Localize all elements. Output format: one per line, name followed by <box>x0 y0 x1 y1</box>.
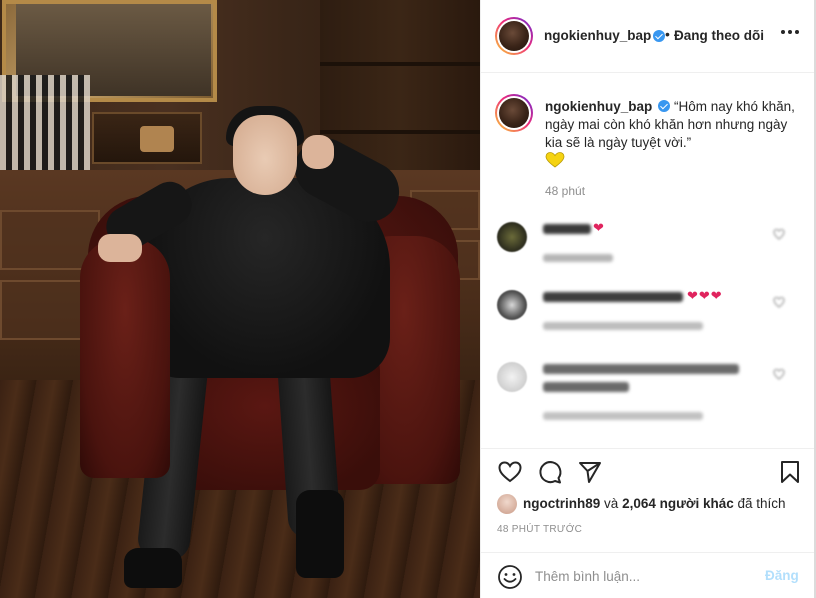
comment-item: ❤❤❤ <box>481 286 815 356</box>
photo-rack <box>0 75 90 185</box>
comment-item: ❤ <box>481 218 815 288</box>
comment-like-icon[interactable] <box>773 368 785 380</box>
other-likers-link[interactable]: 2,064 người khác <box>622 496 734 511</box>
post-header: ngokienhuy_bap • Đang theo dõi <box>481 0 815 73</box>
post-photo[interactable] <box>0 0 480 598</box>
comment-text-blurred <box>543 382 629 392</box>
likes-suffix: đã thích <box>737 496 786 511</box>
more-options-icon[interactable] <box>781 30 799 36</box>
commenter-username-blurred[interactable] <box>543 292 683 302</box>
following-button[interactable]: Đang theo dõi <box>674 28 764 43</box>
liker-avatar[interactable] <box>497 494 517 514</box>
comment-icon[interactable] <box>537 459 563 485</box>
header-separator: • <box>665 26 670 42</box>
comment-meta-blurred <box>543 412 703 420</box>
photo-person-left-hand <box>98 234 142 262</box>
commenter-avatar[interactable] <box>497 290 527 320</box>
post-timestamp[interactable]: 48 PHÚT TRƯỚC <box>497 524 582 535</box>
comment-meta-blurred <box>543 322 703 330</box>
post-comment-button[interactable]: Đăng <box>765 568 799 583</box>
first-liker-username[interactable]: ngoctrinh89 <box>523 496 600 511</box>
photo-armchair-left-arm <box>80 238 170 478</box>
likes-connector: và <box>604 496 619 511</box>
comment-hearts: ❤❤❤ <box>687 288 723 303</box>
comment-like-icon[interactable] <box>773 296 785 308</box>
photo-shelf-line <box>320 130 480 134</box>
yellow-heart-icon <box>545 152 565 168</box>
post-actions: ngoctrinh89 và 2,064 người khác đã thích… <box>481 448 815 568</box>
photo-person-left-shoe <box>124 548 182 588</box>
caption-text-block: ngokienhuy_bap “Hôm nay khó khăn, ngày m… <box>545 98 803 152</box>
post-caption: ngokienhuy_bap “Hôm nay khó khăn, ngày m… <box>481 74 815 204</box>
caption-author-username[interactable]: ngokienhuy_bap <box>545 99 652 114</box>
heart-icon[interactable] <box>497 459 523 485</box>
post-sidebar: ngokienhuy_bap • Đang theo dõi ngokienhu… <box>480 0 815 598</box>
verified-badge-icon <box>653 30 665 42</box>
comment-like-icon[interactable] <box>773 228 785 240</box>
caption-time: 48 phút <box>545 184 586 198</box>
photo-shelf-line <box>320 62 480 66</box>
comment-input[interactable] <box>535 563 755 589</box>
photo-box-emblem <box>140 126 174 152</box>
comment-composer: Đăng <box>481 552 815 598</box>
comment-text-blurred <box>543 364 739 374</box>
likes-summary: ngoctrinh89 và 2,064 người khác đã thích <box>497 493 807 515</box>
comment-item <box>481 358 815 428</box>
comment-meta-blurred <box>543 254 613 262</box>
author-avatar[interactable] <box>495 17 533 55</box>
bookmark-icon[interactable] <box>777 459 803 485</box>
photo-person-right-hand <box>302 135 334 169</box>
comment-hearts: ❤ <box>593 220 605 235</box>
commenter-avatar[interactable] <box>497 222 527 252</box>
photo-person-right-shoe <box>296 490 344 578</box>
photo-person-head <box>233 115 297 195</box>
commenter-avatar[interactable] <box>497 362 527 392</box>
commenter-username-blurred[interactable] <box>543 224 591 234</box>
author-username[interactable]: ngokienhuy_bap <box>544 28 651 43</box>
share-icon[interactable] <box>577 459 603 485</box>
caption-author-avatar[interactable] <box>495 94 533 132</box>
verified-badge-icon <box>658 100 671 112</box>
emoji-icon[interactable] <box>497 564 523 590</box>
